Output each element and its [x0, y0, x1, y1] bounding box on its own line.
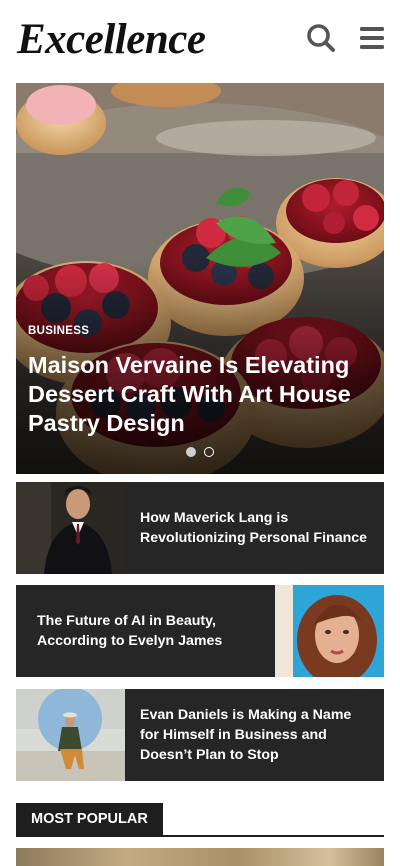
hero-slider[interactable]: BUSINESS Maison Vervaine Is Elevating De…: [16, 83, 384, 474]
slider-dot-2[interactable]: [204, 447, 214, 457]
article-card[interactable]: The Future of AI in Beauty, According to…: [16, 585, 384, 677]
hero-title[interactable]: Maison Vervaine Is Elevating Dessert Cra…: [28, 351, 373, 438]
man-in-suit-portrait-image: [16, 482, 125, 574]
hero-category[interactable]: BUSINESS: [28, 325, 89, 337]
search-button[interactable]: [305, 22, 337, 54]
article-title[interactable]: The Future of AI in Beauty, According to…: [37, 611, 277, 651]
hamburger-menu-icon: [360, 27, 384, 49]
article-title[interactable]: Evan Daniels is Making a Name for Himsel…: [140, 705, 372, 765]
search-icon: [307, 24, 335, 52]
woman-portrait-image: [275, 585, 384, 677]
man-seated-outdoors-image: [16, 689, 125, 781]
article-thumbnail: [16, 689, 125, 781]
menu-button[interactable]: [356, 22, 388, 54]
popular-article-image-partial[interactable]: [16, 848, 384, 866]
most-popular-section-header: MOST POPULAR: [16, 803, 384, 837]
site-logo[interactable]: Excellence: [17, 14, 206, 66]
slider-pagination: [186, 447, 214, 457]
article-thumbnail: [16, 482, 125, 574]
article-thumbnail: [275, 585, 384, 677]
most-popular-label: MOST POPULAR: [16, 803, 163, 835]
section-divider: [16, 835, 384, 837]
article-card[interactable]: How Maverick Lang is Revolutionizing Per…: [16, 482, 384, 574]
site-header: Excellence: [0, 0, 400, 82]
article-card[interactable]: Evan Daniels is Making a Name for Himsel…: [16, 689, 384, 781]
article-title[interactable]: How Maverick Lang is Revolutionizing Per…: [140, 508, 372, 548]
slider-dot-1[interactable]: [186, 447, 196, 457]
